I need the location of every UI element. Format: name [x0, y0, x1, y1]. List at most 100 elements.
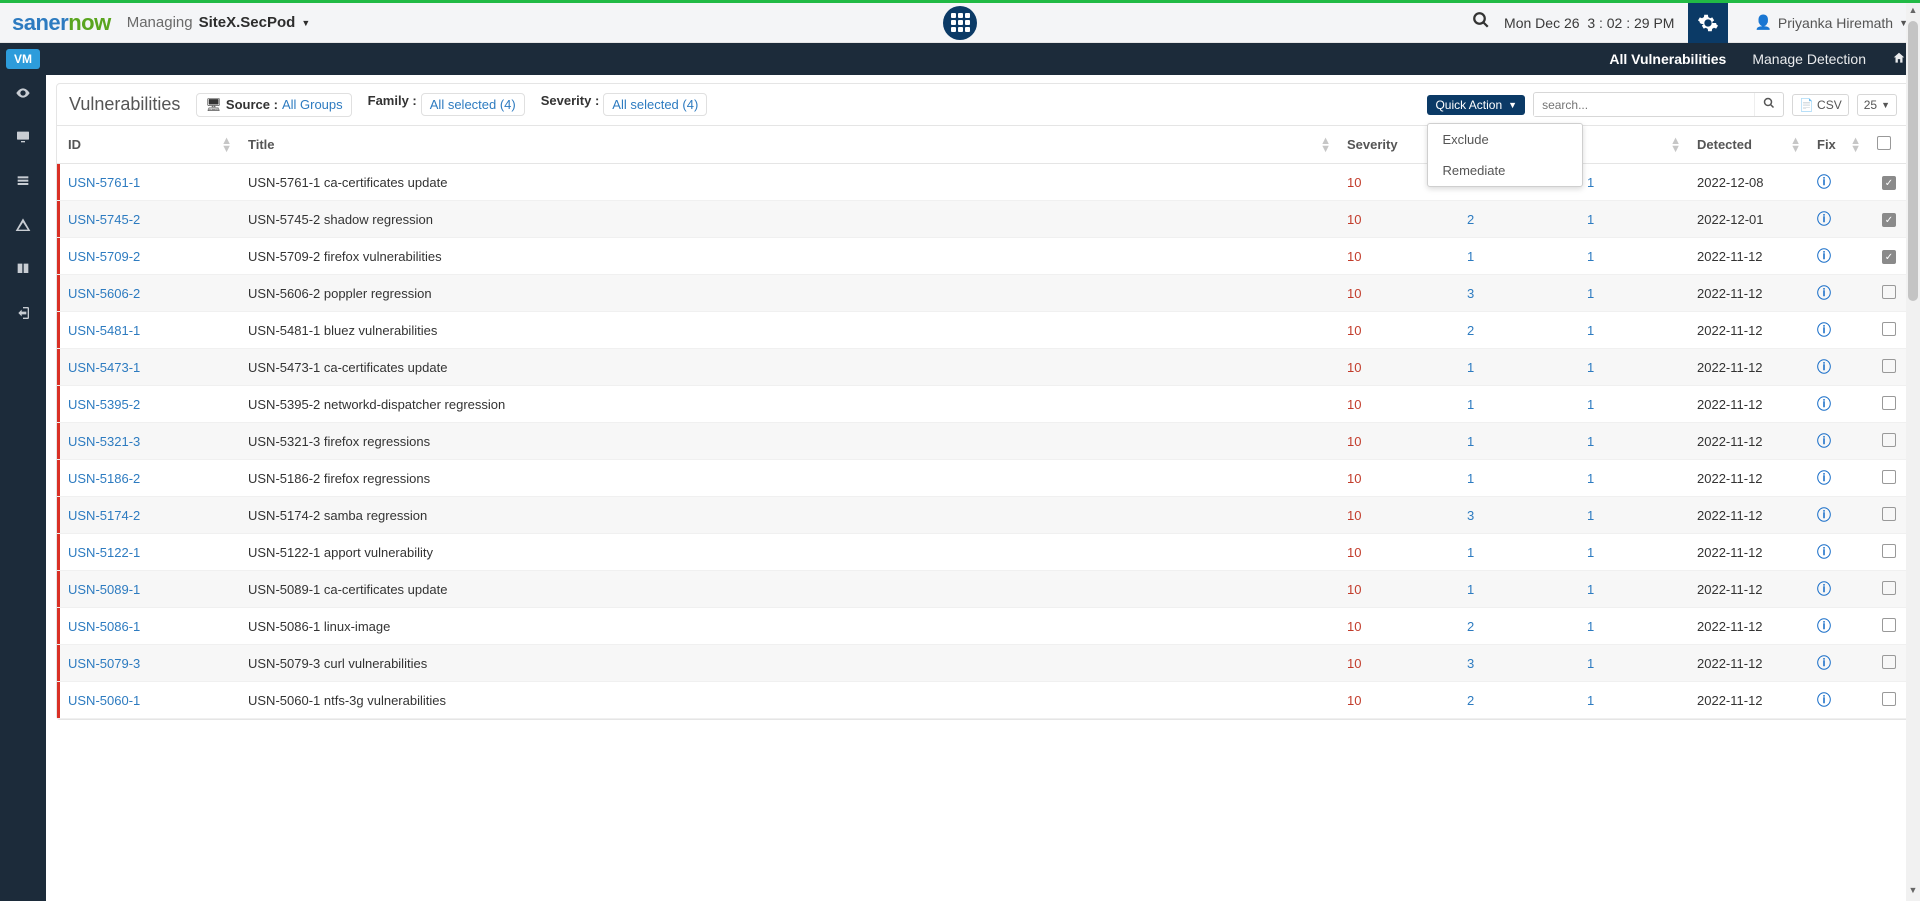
row-checkbox[interactable]: [1882, 618, 1896, 632]
row-checkbox[interactable]: ✓: [1882, 250, 1896, 264]
row-checkbox[interactable]: [1882, 581, 1896, 595]
search-icon[interactable]: [1754, 93, 1783, 116]
hosts-link[interactable]: 1: [1587, 286, 1594, 301]
vuln-id-link[interactable]: USN-5089-1: [68, 582, 140, 597]
book-icon[interactable]: [15, 261, 31, 281]
assets-link[interactable]: 1: [1467, 360, 1474, 375]
family-filter[interactable]: Family : All selected (4): [368, 93, 525, 116]
info-icon[interactable]: ⓘ: [1817, 692, 1831, 708]
info-icon[interactable]: ⓘ: [1817, 470, 1831, 486]
alert-icon[interactable]: [15, 217, 31, 237]
vuln-id-link[interactable]: USN-5174-2: [68, 508, 140, 523]
assets-link[interactable]: 1: [1467, 582, 1474, 597]
vuln-id-link[interactable]: USN-5473-1: [68, 360, 140, 375]
vuln-id-link[interactable]: USN-5086-1: [68, 619, 140, 634]
info-icon[interactable]: ⓘ: [1817, 507, 1831, 523]
info-icon[interactable]: ⓘ: [1817, 322, 1831, 338]
row-checkbox[interactable]: [1882, 359, 1896, 373]
csv-export-button[interactable]: 📄CSV: [1792, 94, 1849, 116]
hosts-link[interactable]: 1: [1587, 619, 1594, 634]
info-icon[interactable]: ⓘ: [1817, 285, 1831, 301]
info-icon[interactable]: ⓘ: [1817, 396, 1831, 412]
row-checkbox[interactable]: [1882, 433, 1896, 447]
hosts-link[interactable]: 1: [1587, 545, 1594, 560]
info-icon[interactable]: ⓘ: [1817, 618, 1831, 634]
row-checkbox[interactable]: [1882, 692, 1896, 706]
logo[interactable]: sanernow: [0, 10, 119, 36]
vuln-id-link[interactable]: USN-5745-2: [68, 212, 140, 227]
row-checkbox[interactable]: [1882, 322, 1896, 336]
vuln-id-link[interactable]: USN-5395-2: [68, 397, 140, 412]
assets-link[interactable]: 3: [1467, 508, 1474, 523]
source-filter[interactable]: 🖥 Source : All Groups: [196, 93, 351, 117]
row-checkbox[interactable]: ✓: [1882, 176, 1896, 190]
assets-link[interactable]: 1: [1467, 545, 1474, 560]
logout-icon[interactable]: [15, 305, 31, 325]
row-checkbox[interactable]: [1882, 655, 1896, 669]
site-dropdown[interactable]: SiteX.SecPod ▼: [199, 14, 311, 31]
assets-link[interactable]: 3: [1467, 286, 1474, 301]
assets-link[interactable]: 1: [1467, 434, 1474, 449]
assets-link[interactable]: 3: [1467, 656, 1474, 671]
select-all-checkbox[interactable]: [1877, 136, 1891, 150]
assets-link[interactable]: 1: [1467, 471, 1474, 486]
assets-link[interactable]: 1: [1467, 397, 1474, 412]
home-icon[interactable]: [1892, 51, 1906, 68]
vuln-id-link[interactable]: USN-5606-2: [68, 286, 140, 301]
page-size-dropdown[interactable]: 25 ▼: [1857, 94, 1897, 116]
eye-icon[interactable]: [15, 85, 31, 105]
info-icon[interactable]: ⓘ: [1817, 581, 1831, 597]
qa-remediate[interactable]: Remediate: [1428, 155, 1582, 186]
row-checkbox[interactable]: [1882, 544, 1896, 558]
row-checkbox[interactable]: [1882, 396, 1896, 410]
apps-button[interactable]: [943, 6, 977, 40]
vuln-id-link[interactable]: USN-5761-1: [68, 175, 140, 190]
hosts-link[interactable]: 1: [1587, 508, 1594, 523]
vuln-id-link[interactable]: USN-5481-1: [68, 323, 140, 338]
info-icon[interactable]: ⓘ: [1817, 248, 1831, 264]
info-icon[interactable]: ⓘ: [1817, 211, 1831, 227]
hosts-link[interactable]: 1: [1587, 360, 1594, 375]
col-detected[interactable]: Detected▲▼: [1689, 126, 1809, 164]
info-icon[interactable]: ⓘ: [1817, 174, 1831, 190]
col-title[interactable]: Title▲▼: [240, 126, 1339, 164]
hosts-link[interactable]: 1: [1587, 471, 1594, 486]
assets-link[interactable]: 2: [1467, 212, 1474, 227]
info-icon[interactable]: ⓘ: [1817, 359, 1831, 375]
hosts-link[interactable]: 1: [1587, 175, 1594, 190]
assets-link[interactable]: 2: [1467, 693, 1474, 708]
assets-link[interactable]: 1: [1467, 249, 1474, 264]
vuln-id-link[interactable]: USN-5186-2: [68, 471, 140, 486]
info-icon[interactable]: ⓘ: [1817, 544, 1831, 560]
hosts-link[interactable]: 1: [1587, 397, 1594, 412]
scroll-up-icon[interactable]: ▲: [1906, 5, 1920, 19]
vuln-id-link[interactable]: USN-5709-2: [68, 249, 140, 264]
hosts-link[interactable]: 1: [1587, 693, 1594, 708]
scrollbar[interactable]: ▲ ▼: [1906, 3, 1920, 901]
scrollbar-thumb[interactable]: [1908, 21, 1918, 301]
row-checkbox[interactable]: [1882, 285, 1896, 299]
hosts-link[interactable]: 1: [1587, 582, 1594, 597]
settings-button[interactable]: [1688, 3, 1728, 43]
vuln-id-link[interactable]: USN-5122-1: [68, 545, 140, 560]
global-search-icon[interactable]: [1472, 11, 1490, 34]
severity-filter[interactable]: Severity : All selected (4): [541, 93, 708, 116]
qa-exclude[interactable]: Exclude: [1428, 124, 1582, 155]
quick-action-button[interactable]: Quick Action ▼: [1427, 95, 1525, 115]
col-hosts[interactable]: ▲▼: [1579, 126, 1689, 164]
vuln-id-link[interactable]: USN-5079-3: [68, 656, 140, 671]
hosts-link[interactable]: 1: [1587, 212, 1594, 227]
list-icon[interactable]: [15, 173, 31, 193]
hosts-link[interactable]: 1: [1587, 249, 1594, 264]
hosts-link[interactable]: 1: [1587, 434, 1594, 449]
monitor-icon[interactable]: [15, 129, 31, 149]
col-id[interactable]: ID▲▼: [60, 126, 240, 164]
vm-badge[interactable]: VM: [6, 49, 40, 69]
assets-link[interactable]: 2: [1467, 323, 1474, 338]
search-input[interactable]: [1534, 94, 1754, 116]
row-checkbox[interactable]: ✓: [1882, 213, 1896, 227]
assets-link[interactable]: 2: [1467, 619, 1474, 634]
hosts-link[interactable]: 1: [1587, 323, 1594, 338]
vuln-id-link[interactable]: USN-5321-3: [68, 434, 140, 449]
row-checkbox[interactable]: [1882, 470, 1896, 484]
